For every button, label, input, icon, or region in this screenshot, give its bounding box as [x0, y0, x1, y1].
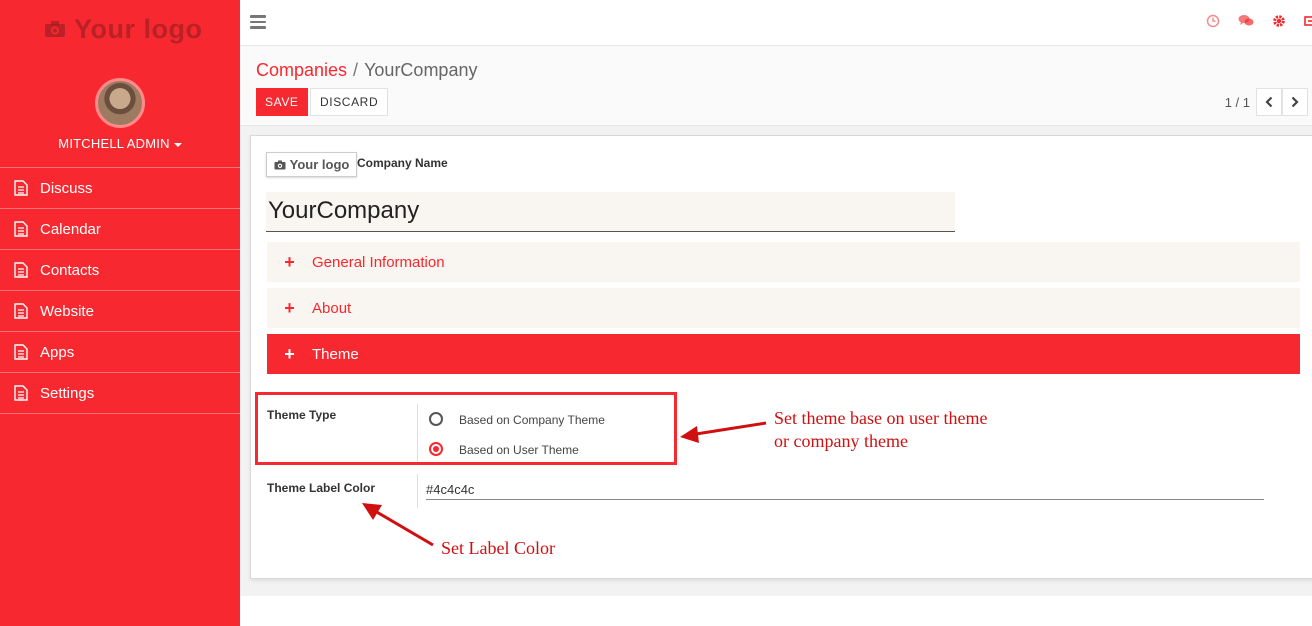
camera-icon: [45, 21, 65, 37]
plus-icon: +: [284, 343, 295, 364]
discard-button[interactable]: DISCARD: [310, 88, 389, 116]
sidebar-item-website[interactable]: Website: [0, 291, 240, 332]
section-theme[interactable]: + Theme: [267, 334, 1300, 380]
theme-label-color-input[interactable]: #4c4c4c: [426, 482, 1264, 500]
gear-icon[interactable]: [1272, 14, 1286, 28]
save-button[interactable]: SAVE: [256, 88, 308, 116]
sidebar-item-contacts[interactable]: Contacts: [0, 250, 240, 291]
label-color-annotation-text: Set Label Color: [441, 538, 555, 558]
sidebar-item-label: Calendar: [40, 220, 101, 238]
theme-annotation-line1: Set theme base on user theme: [774, 408, 988, 428]
top-bar: [240, 0, 1312, 46]
chat-icon[interactable]: [1238, 14, 1254, 28]
section-label: About: [312, 299, 352, 317]
section-label: Theme: [312, 345, 359, 363]
section-general-information[interactable]: + General Information: [267, 242, 1300, 282]
theme-label-color-label: Theme Label Color: [267, 481, 376, 495]
sidebar-item-label: Apps: [40, 343, 75, 361]
plus-icon: +: [284, 297, 295, 318]
breadcrumb: Companies / YourCompany: [256, 60, 477, 81]
breadcrumb-separator: /: [353, 60, 359, 80]
theme-type-highlight-box: [255, 392, 677, 465]
sidebar-item-label: Website: [40, 302, 94, 320]
chevron-left-icon: [1265, 96, 1273, 108]
pager-value[interactable]: 1 / 1: [1225, 95, 1250, 110]
document-icon: [14, 180, 28, 196]
section-about[interactable]: + About: [267, 288, 1300, 328]
theme-annotation-text: Set theme base on user theme or company …: [774, 407, 987, 453]
avatar[interactable]: [95, 78, 145, 128]
document-icon: [14, 344, 28, 360]
company-name-input[interactable]: YourCompany: [266, 192, 955, 232]
sidebar-item-label: Contacts: [40, 261, 100, 279]
user-name: MITCHELL ADMIN: [58, 136, 170, 151]
camera-icon: [274, 160, 286, 169]
breadcrumb-companies-link[interactable]: Companies: [256, 60, 347, 80]
field-divider: [417, 474, 418, 508]
logo-text: Your logo: [74, 13, 203, 44]
sidebar-item-apps[interactable]: Apps: [0, 332, 240, 373]
sidebar-item-discuss[interactable]: Discuss: [0, 168, 240, 209]
sidebar: Your logo MITCHELL ADMIN Discuss Calenda…: [0, 0, 240, 626]
sidebar-item-settings[interactable]: Settings: [0, 373, 240, 414]
control-panel: Companies / YourCompany SAVE DISCARD 1 / 1: [240, 46, 1312, 126]
document-icon: [14, 303, 28, 319]
breadcrumb-current: YourCompany: [364, 60, 478, 80]
document-icon: [14, 385, 28, 401]
logout-icon[interactable]: [1304, 14, 1312, 28]
app-logo[interactable]: Your logo: [44, 12, 202, 46]
sidebar-menu: Discuss Calendar Contacts Website Apps S…: [0, 167, 240, 414]
menu-toggle-icon[interactable]: [250, 15, 266, 29]
document-icon: [14, 221, 28, 237]
clock-icon[interactable]: [1206, 14, 1220, 28]
sidebar-item-label: Settings: [40, 384, 95, 402]
company-logo-text: Your logo: [289, 157, 350, 172]
pager-previous-button[interactable]: [1256, 88, 1282, 116]
theme-annotation-line2: or company theme: [774, 431, 908, 451]
company-name-label: Company Name: [357, 156, 448, 170]
caret-down-icon: [173, 142, 182, 147]
chevron-right-icon: [1291, 96, 1299, 108]
systray: [1206, 14, 1312, 28]
sidebar-item-calendar[interactable]: Calendar: [0, 209, 240, 250]
pager-next-button[interactable]: [1282, 88, 1308, 116]
user-menu[interactable]: MITCHELL ADMIN: [0, 136, 240, 151]
section-label: General Information: [312, 253, 445, 271]
sidebar-item-label: Discuss: [40, 179, 93, 197]
document-icon: [14, 262, 28, 278]
plus-icon: +: [284, 251, 295, 272]
company-logo-image[interactable]: Your logo: [266, 152, 357, 177]
